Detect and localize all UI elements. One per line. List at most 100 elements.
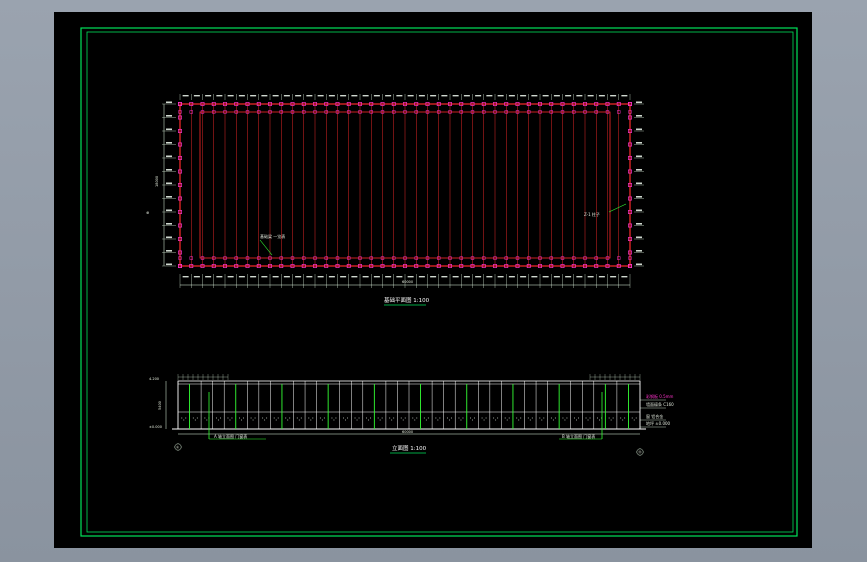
elevation-window-texture bbox=[215, 417, 217, 419]
elevation-window-texture bbox=[300, 417, 302, 419]
plan-side-text bbox=[166, 142, 172, 144]
plan-top-text bbox=[542, 95, 549, 97]
plan-dim-text bbox=[486, 276, 493, 278]
plan-top-text bbox=[497, 95, 504, 97]
elevation-window-texture bbox=[354, 417, 356, 419]
elevation-window-texture bbox=[366, 417, 368, 419]
plan-dim-text bbox=[216, 276, 223, 278]
elevation-window-texture bbox=[460, 419, 462, 421]
elevation-window-texture bbox=[183, 419, 185, 421]
elevation-window-texture bbox=[622, 419, 624, 421]
elevation-window-texture bbox=[439, 417, 441, 419]
elevation-level-bot: ±0.000 bbox=[149, 425, 162, 429]
plan-top-text bbox=[261, 95, 268, 97]
elevation-window-texture bbox=[252, 419, 254, 421]
elevation-window-texture bbox=[370, 417, 372, 419]
plan-note-right-leader bbox=[608, 203, 627, 213]
elevation-window-texture bbox=[298, 419, 300, 421]
elevation-window-texture bbox=[497, 417, 499, 419]
elevation-bays bbox=[177, 381, 641, 429]
plan-top-text bbox=[182, 95, 189, 97]
elevation-legend: 彩钢板 0.5mm 墙面檩条 C160 窗 铝合金 地坪 ±0.000 bbox=[640, 393, 674, 428]
plan-top-text bbox=[531, 95, 538, 97]
plan-top-text bbox=[295, 95, 302, 97]
axis-right-label: ⑪ bbox=[638, 450, 642, 455]
plan-top-text bbox=[193, 95, 200, 97]
plan-top-text bbox=[610, 95, 617, 97]
plan-dim-text bbox=[598, 276, 605, 278]
elevation-window-texture bbox=[310, 419, 312, 421]
plan-side-text bbox=[636, 128, 642, 131]
legend-item-2: 墙面檩条 C160 bbox=[646, 401, 674, 407]
elevation-window-texture bbox=[368, 419, 370, 421]
elevation-window-texture bbox=[404, 417, 406, 419]
plan-side-text bbox=[636, 223, 642, 225]
elevation-window-texture bbox=[446, 417, 448, 419]
plan-top-text bbox=[452, 95, 459, 97]
plan-dim-text bbox=[373, 276, 380, 278]
plan-dim-text bbox=[531, 276, 538, 278]
elevation-window-texture bbox=[597, 417, 599, 419]
elevation-window-texture bbox=[379, 419, 381, 421]
plan-dim-text bbox=[576, 276, 583, 278]
elevation-window-texture bbox=[344, 419, 346, 421]
plan-dim-text bbox=[441, 276, 448, 278]
plan-top-text bbox=[475, 95, 482, 97]
cad-drawing-canvas: 60000 18000 基础梁 一览表 Z-1 柱子 ⊕ 基础平面图 1:100… bbox=[80, 27, 798, 537]
plan-dim-text bbox=[340, 276, 347, 278]
plan-top-text bbox=[306, 95, 313, 97]
elevation-window-texture bbox=[474, 417, 476, 419]
elev-note-right: B 轴立面图 门窗表 bbox=[562, 433, 595, 439]
plan-side-text bbox=[166, 115, 172, 117]
elevation-window-texture bbox=[393, 417, 395, 419]
elevation-window-texture bbox=[437, 419, 439, 421]
plan-side-label: ⊕ bbox=[146, 210, 149, 215]
plan-side-text bbox=[636, 250, 642, 252]
elevation-title: 立面图 1:100 bbox=[392, 444, 427, 452]
elevation-window-texture bbox=[275, 419, 277, 421]
plan-top-text bbox=[430, 95, 437, 97]
plan-dim-text bbox=[418, 276, 425, 278]
plan-dim-text bbox=[542, 276, 549, 278]
elevation-top-dims bbox=[177, 374, 641, 380]
elevation-window-texture bbox=[356, 419, 358, 421]
elevation-window-texture bbox=[562, 417, 564, 419]
plan-top-text bbox=[598, 95, 605, 97]
plan-side-text bbox=[166, 196, 172, 198]
plan-dimensions bbox=[162, 94, 644, 288]
elevation-window-texture bbox=[516, 417, 518, 419]
elevation-window-texture bbox=[577, 417, 579, 419]
plan-top-text bbox=[351, 95, 358, 97]
elevation-window-texture bbox=[400, 417, 402, 419]
plan-grid-lines bbox=[179, 104, 631, 266]
elevation-window-texture bbox=[262, 417, 264, 419]
elevation-window-texture bbox=[543, 417, 545, 419]
plan-side-text bbox=[636, 236, 642, 239]
elevation-window-texture bbox=[564, 419, 566, 421]
plan-dim-text bbox=[475, 276, 482, 278]
elevation-window-texture bbox=[204, 417, 206, 419]
plan-top-text bbox=[362, 95, 369, 97]
elevation-window-texture bbox=[599, 419, 601, 421]
elevation-window-texture bbox=[277, 417, 279, 419]
elevation-window-texture bbox=[462, 417, 464, 419]
plan-note-left: 基础梁 一览表 bbox=[260, 233, 285, 239]
plan-side-text bbox=[636, 155, 642, 158]
elevation-window-texture bbox=[196, 417, 198, 419]
elevation-window-texture bbox=[504, 417, 506, 419]
elevation-window-texture bbox=[624, 417, 626, 419]
plan-top-text bbox=[396, 95, 403, 97]
elevation-window-texture bbox=[448, 419, 450, 421]
elevation-window-texture bbox=[587, 419, 589, 421]
plan-top-text bbox=[317, 95, 324, 97]
elevation-window-texture bbox=[589, 417, 591, 419]
elevation-window-texture bbox=[612, 417, 614, 419]
plan-dim-text bbox=[317, 276, 324, 278]
plan-top-text bbox=[205, 95, 212, 97]
elevation-window-texture bbox=[342, 417, 344, 419]
elevation-window-texture bbox=[518, 419, 520, 421]
plan-dim-text bbox=[272, 276, 279, 278]
plan-top-text bbox=[328, 95, 335, 97]
plan-dim-text bbox=[565, 276, 572, 278]
plan-top-text bbox=[587, 95, 594, 97]
